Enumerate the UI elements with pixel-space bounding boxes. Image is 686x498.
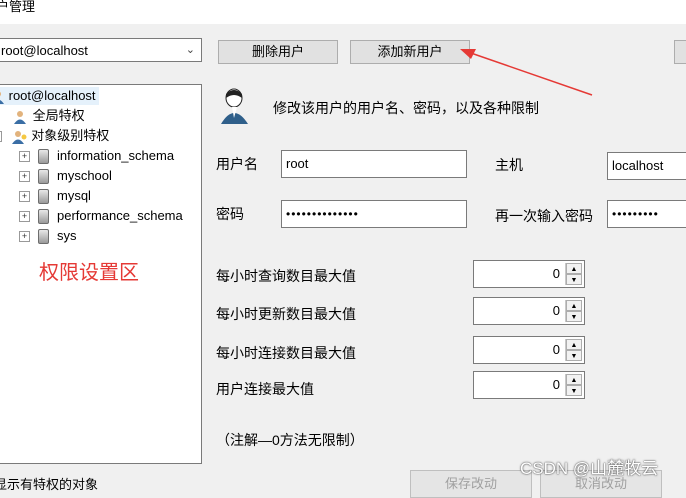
users-icon xyxy=(11,130,27,144)
spinner-arrows[interactable]: ▲ ▼ xyxy=(565,339,582,361)
limit-value: 0 xyxy=(552,342,560,357)
limit-value: 0 xyxy=(552,266,560,281)
collapse-icon[interactable]: − xyxy=(0,131,2,143)
spin-down-icon[interactable]: ▼ xyxy=(566,385,582,396)
host-label: 主机 xyxy=(495,157,523,173)
spin-down-icon[interactable]: ▼ xyxy=(566,274,582,285)
tree-item-label: root@localhost xyxy=(8,88,96,103)
database-icon xyxy=(38,189,49,205)
spinner-arrows[interactable]: ▲ ▼ xyxy=(565,374,582,396)
spin-down-icon[interactable]: ▼ xyxy=(566,350,582,361)
window-title: 户管理 xyxy=(0,0,36,14)
watermark: CSDN @山麓牧云 xyxy=(520,459,659,478)
expand-icon[interactable]: + xyxy=(19,211,30,223)
limit-spinner[interactable]: 0 ▲ ▼ xyxy=(473,336,585,364)
spin-up-icon[interactable]: ▲ xyxy=(566,374,582,385)
spinner-arrows[interactable]: ▲ ▼ xyxy=(565,263,582,285)
spinner-arrows[interactable]: ▲ ▼ xyxy=(565,300,582,322)
username-input[interactable]: root xyxy=(281,150,467,178)
database-icon xyxy=(38,209,49,225)
title-bar xyxy=(0,0,686,24)
user-icon xyxy=(14,110,26,124)
tree-item-db[interactable]: + performance_schema xyxy=(19,207,183,225)
annotation-arrow xyxy=(460,49,593,96)
expand-icon[interactable]: + xyxy=(19,151,30,163)
host-input[interactable]: localhost xyxy=(607,152,686,180)
limit-spinner[interactable]: 0 ▲ ▼ xyxy=(473,297,585,325)
tree-item-label: mysql xyxy=(57,188,91,203)
tree-item-db[interactable]: + sys xyxy=(19,227,77,245)
expand-icon[interactable]: + xyxy=(19,171,30,183)
limit-label: 每小时查询数目最大值 xyxy=(216,268,356,284)
limit-spinner[interactable]: 0 ▲ ▼ xyxy=(473,371,585,399)
save-changes-button[interactable]: 保存改动 xyxy=(410,470,532,498)
limit-label: 每小时连接数目最大值 xyxy=(216,345,356,361)
database-icon xyxy=(38,169,49,185)
spin-up-icon[interactable]: ▲ xyxy=(566,339,582,350)
tree-item-global[interactable]: 全局特权 xyxy=(13,107,85,125)
limits-note: （注解—0方法无限制） xyxy=(216,432,364,448)
tree-item-label: sys xyxy=(57,228,77,243)
user-avatar-icon xyxy=(221,88,248,124)
chevron-down-icon: ⌄ xyxy=(185,44,195,56)
delete-user-button[interactable]: 删除用户 xyxy=(218,40,338,64)
tree-item-db[interactable]: + information_schema xyxy=(19,147,174,165)
limit-value: 0 xyxy=(552,303,560,318)
tree-item-db[interactable]: + mysql xyxy=(19,187,91,205)
annotation-label: 权限设置区 xyxy=(39,262,139,284)
account-select[interactable]: root@localhost ⌄ xyxy=(0,38,202,62)
database-icon xyxy=(38,149,49,165)
tree-item-label: performance_schema xyxy=(57,208,183,223)
tree-item-label: information_schema xyxy=(57,148,175,163)
limit-value: 0 xyxy=(552,377,560,392)
privilege-tree[interactable]: root@localhost 全局特权 − 对象级别特权 + informatio… xyxy=(0,84,202,464)
user-icon xyxy=(0,91,4,104)
database-icon xyxy=(38,229,49,245)
header-text: 修改该用户的用户名、密码，以及各种限制 xyxy=(273,100,539,116)
spin-up-icon[interactable]: ▲ xyxy=(566,300,582,311)
tree-item-label: myschool xyxy=(57,168,112,183)
password-input[interactable]: •••••••••••••• xyxy=(281,200,467,228)
password-label: 密码 xyxy=(216,206,244,222)
expand-icon[interactable]: + xyxy=(19,231,30,243)
account-select-value: root@localhost xyxy=(1,43,88,58)
extra-button[interactable] xyxy=(674,40,686,64)
spin-down-icon[interactable]: ▼ xyxy=(566,311,582,322)
confirm-password-label: 再一次输入密码 xyxy=(495,208,593,224)
username-label: 用户名 xyxy=(216,156,258,172)
tree-item-root[interactable]: root@localhost xyxy=(0,87,99,105)
tree-item-object[interactable]: − 对象级别特权 xyxy=(0,127,109,145)
limit-spinner[interactable]: 0 ▲ ▼ xyxy=(473,260,585,288)
tree-item-label: 全局特权 xyxy=(32,108,85,123)
expand-icon[interactable]: + xyxy=(19,191,30,203)
limit-label: 每小时更新数目最大值 xyxy=(216,306,356,322)
tree-item-label: 对象级别特权 xyxy=(31,128,110,143)
confirm-password-input[interactable]: ••••••••• xyxy=(607,200,686,228)
spin-up-icon[interactable]: ▲ xyxy=(566,263,582,274)
limit-label: 用户连接最大值 xyxy=(216,381,314,397)
tree-item-db[interactable]: + myschool xyxy=(19,167,112,185)
